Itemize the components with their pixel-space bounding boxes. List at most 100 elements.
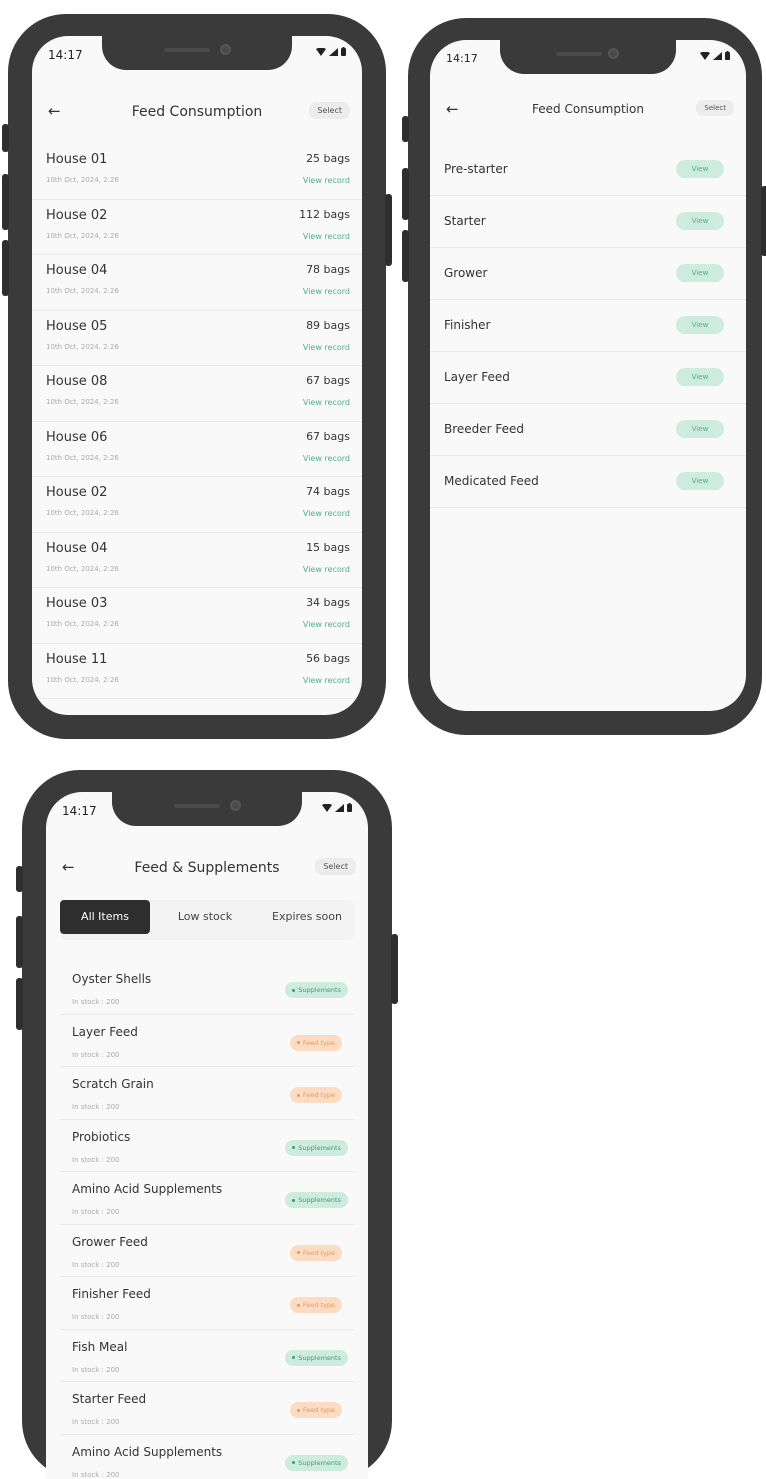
list-item[interactable]: Layer Feed In stock : 200 Feed type <box>60 1015 354 1067</box>
badge-label: Feed type <box>302 1406 335 1414</box>
record-date: 10th Oct, 2024, 2:26 <box>46 342 119 351</box>
view-record-link[interactable]: View record <box>303 509 350 518</box>
list-item[interactable]: Grower View <box>430 248 746 300</box>
dot-icon <box>296 1041 300 1044</box>
view-button[interactable]: View <box>676 316 724 334</box>
list-item[interactable]: Fish Meal In stock : 200 Supplements <box>60 1330 354 1382</box>
view-record-link[interactable]: View record <box>303 565 350 574</box>
list-item[interactable]: Finisher Feed In stock : 200 Feed type <box>60 1277 354 1330</box>
view-record-link[interactable]: View record <box>303 620 350 629</box>
list-item[interactable]: House 01 10th Oct, 2024, 2:26 25 bags View … <box>32 144 362 200</box>
list-item[interactable]: House 02 10th Oct, 2024, 2:26 74 bags View … <box>32 477 362 533</box>
side-button <box>402 230 409 282</box>
dot-icon <box>296 1251 300 1254</box>
list-item[interactable]: House 02 10th Oct, 2024, 2:26 112 bags View… <box>32 200 362 255</box>
bag-count: 67 bags <box>306 374 350 387</box>
category-badge: Feed type <box>289 1297 342 1313</box>
list-item[interactable]: Medicated Feed View <box>430 456 746 508</box>
list-item[interactable]: House 06 10th Oct, 2024, 2:26 67 bags View … <box>32 422 362 477</box>
list-item[interactable]: Starter Feed In stock : 200 Feed type <box>60 1382 354 1435</box>
tab-expires-soon[interactable]: Expires soon <box>260 900 354 934</box>
view-button[interactable]: View <box>676 420 724 438</box>
select-button[interactable]: Select <box>696 100 734 116</box>
record-date: 10th Oct, 2024, 2:26 <box>46 398 119 406</box>
list-item[interactable]: House 03 10th Oct, 2024, 2:26 34 bags View … <box>32 588 362 644</box>
signal-icon <box>335 803 344 812</box>
list-item[interactable]: Scratch Grain In stock : 200 Feed type <box>60 1067 354 1120</box>
view-record-link[interactable]: View record <box>303 232 350 241</box>
list-item[interactable]: Grower Feed In stock : 200 Feed type <box>60 1225 354 1277</box>
side-button <box>16 866 23 892</box>
status-time: 14:17 <box>62 804 97 818</box>
view-record-link[interactable]: View record <box>303 398 350 407</box>
header: ← Feed & Supplements Select <box>46 852 368 888</box>
item-name: Fish Meal <box>72 1339 128 1354</box>
view-button[interactable]: View <box>676 264 724 282</box>
view-button[interactable]: View <box>676 368 724 386</box>
side-button <box>16 978 23 1030</box>
badge-label: Supplements <box>298 986 341 994</box>
list-item[interactable]: Oyster Shells In stock : 200 Supplements <box>60 962 354 1015</box>
stock-count: In stock : 200 <box>72 1208 120 1216</box>
list-item[interactable]: Amino Acid Supplements In stock : 200 Supp… <box>60 1435 354 1479</box>
view-record-link[interactable]: View record <box>303 454 350 463</box>
view-record-link[interactable]: View record <box>303 343 350 352</box>
view-button[interactable]: View <box>676 160 724 178</box>
records-list: House 01 10th Oct, 2024, 2:26 25 bags View … <box>32 144 362 699</box>
record-date: 10th Oct, 2024, 2:26 <box>46 453 119 462</box>
view-record-link[interactable]: View record <box>303 287 350 296</box>
list-item[interactable]: House 04 10th Oct, 2024, 2:26 78 bags View … <box>32 255 362 311</box>
header: ← Feed Consumption Select <box>430 94 746 130</box>
badge-label: Supplements <box>298 1458 341 1467</box>
house-name: House 08 <box>46 374 108 389</box>
side-button <box>385 194 392 266</box>
list-item[interactable]: Finisher View <box>430 300 746 352</box>
side-button <box>402 116 409 142</box>
list-item[interactable]: Pre-starter View <box>430 144 746 196</box>
bag-count: 25 bags <box>306 152 350 165</box>
list-item[interactable]: House 05 10th Oct, 2024, 2:26 89 bags View … <box>32 311 362 366</box>
badge-label: Feed type <box>302 1091 335 1099</box>
list-item[interactable]: Amino Acid Supplements In stock : 200 Supp… <box>60 1172 354 1225</box>
record-date: 10th Oct, 2024, 2:26 <box>46 675 119 684</box>
dot-icon <box>292 1356 296 1359</box>
status-time: 14:17 <box>446 52 478 65</box>
bag-count: 34 bags <box>306 596 350 609</box>
list-item[interactable]: House 11 10th Oct, 2024, 2:26 56 bags View … <box>32 644 362 699</box>
badge-label: Feed type <box>302 1248 335 1257</box>
dot-icon <box>296 1303 300 1307</box>
status-time: 14:17 <box>48 48 83 62</box>
tab-low-stock[interactable]: Low stock <box>160 900 250 934</box>
list-item[interactable]: House 04 10th Oct, 2024, 2:26 15 bags View … <box>32 533 362 588</box>
view-button[interactable]: View <box>676 212 724 230</box>
select-button[interactable]: Select <box>309 102 350 119</box>
item-name: Probiotics <box>72 1129 131 1144</box>
dot-icon <box>292 1146 296 1149</box>
category-badge: Supplements <box>285 1139 348 1156</box>
tab-all-items[interactable]: All Items <box>60 900 150 934</box>
side-button <box>402 168 409 220</box>
stock-count: In stock : 200 <box>72 1418 120 1426</box>
stock-count: In stock : 200 <box>72 1260 120 1269</box>
signal-icon <box>329 47 338 56</box>
view-record-link[interactable]: View record <box>303 176 350 185</box>
list-item[interactable]: Breeder Feed View <box>430 404 746 456</box>
battery-icon <box>347 803 352 812</box>
list-item[interactable]: House 08 10th Oct, 2024, 2:26 67 bags View … <box>32 366 362 422</box>
stock-count: In stock : 200 <box>72 1050 120 1059</box>
record-date: 10th Oct, 2024, 2:26 <box>46 509 119 517</box>
badge-label: Supplements <box>298 1353 341 1362</box>
list-item[interactable]: Layer Feed View <box>430 352 746 404</box>
record-date: 10th Oct, 2024, 2:26 <box>46 231 119 240</box>
bag-count: 78 bags <box>306 263 350 276</box>
battery-icon <box>725 51 730 60</box>
list-item[interactable]: Probiotics In stock : 200 Supplements <box>60 1120 354 1172</box>
view-button[interactable]: View <box>676 472 724 490</box>
dot-icon <box>292 1461 296 1464</box>
feed-type-name: Medicated Feed <box>444 474 539 488</box>
status-icons <box>322 803 352 812</box>
list-item[interactable]: Starter View <box>430 196 746 248</box>
bag-count: 112 bags <box>299 207 350 221</box>
select-button[interactable]: Select <box>315 858 356 875</box>
view-record-link[interactable]: View record <box>303 676 350 685</box>
